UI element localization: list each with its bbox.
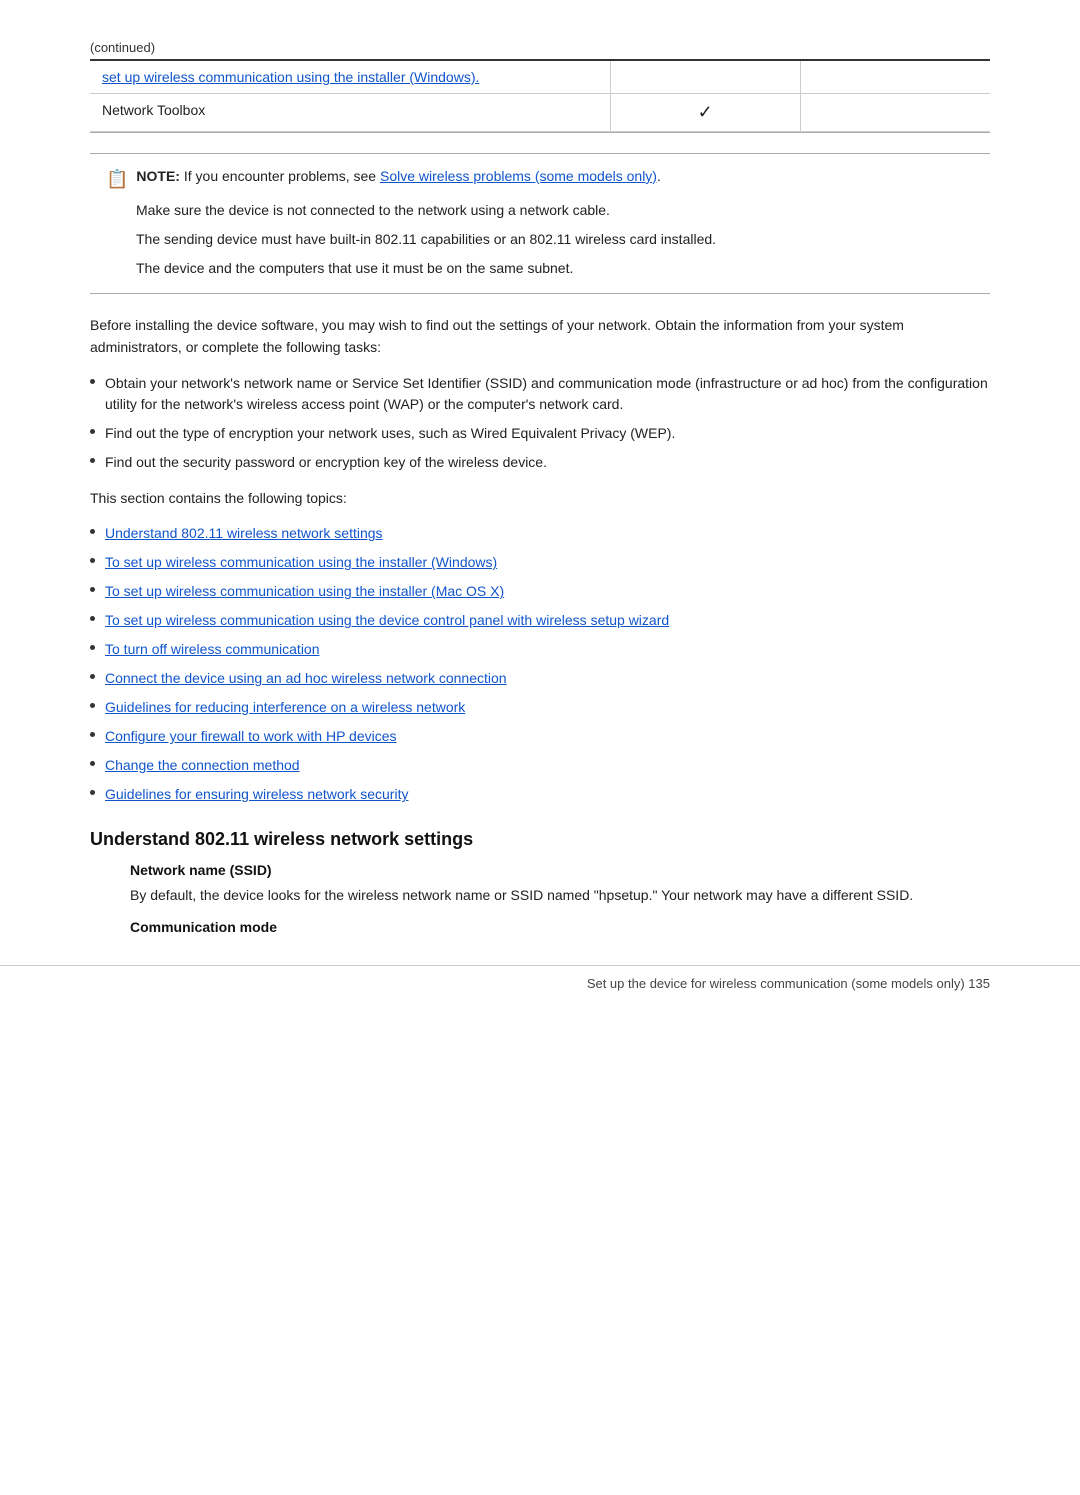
list-item: To set up wireless communication using t… [90,581,990,602]
list-item-text: Find out the security password or encryp… [105,452,547,473]
note-box: 📋 NOTE: If you encounter problems, see S… [90,153,990,294]
note-header: 📋 NOTE: If you encounter problems, see S… [106,168,974,190]
table-cell-empty-2 [801,61,990,93]
topic-link-7[interactable]: Guidelines for reducing interference on … [105,697,465,718]
table-row: set up wireless communication using the … [90,61,990,94]
note-keyword: NOTE: [136,168,180,184]
list-item: Guidelines for ensuring wireless network… [90,784,990,805]
bullet-dot [90,616,95,621]
note-intro: If you encounter problems, see [184,168,380,184]
bullet-dot [90,458,95,463]
table-wrapper: set up wireless communication using the … [90,59,990,133]
topics-link-list: Understand 802.11 wireless network setti… [90,523,990,805]
table-cell-toolbox-label: Network Toolbox [90,94,611,131]
note-body: Make sure the device is not connected to… [106,200,974,279]
list-item-text: Obtain your network's network name or Se… [105,373,990,415]
bullet-dot [90,587,95,592]
network-name-paragraph: By default, the device looks for the wir… [90,884,990,906]
note-para-2: The sending device must have built-in 80… [106,229,974,250]
list-item: Understand 802.11 wireless network setti… [90,523,990,544]
table-cell-empty-1 [611,61,801,93]
topic-link-3[interactable]: To set up wireless communication using t… [105,581,504,602]
bullet-dot [90,529,95,534]
topic-link-9[interactable]: Change the connection method [105,755,300,776]
installer-windows-link[interactable]: set up wireless communication using the … [102,69,479,85]
list-item: Find out the security password or encryp… [90,452,990,473]
note-text: NOTE: If you encounter problems, see Sol… [136,168,660,184]
solve-wireless-link[interactable]: Solve wireless problems (some models onl… [380,168,657,184]
page-container: (continued) set up wireless communicatio… [0,0,1080,1021]
footer-left [90,976,587,991]
page-footer: Set up the device for wireless communica… [0,965,1080,991]
list-item: To set up wireless communication using t… [90,552,990,573]
topic-link-10[interactable]: Guidelines for ensuring wireless network… [105,784,408,805]
bullet-dot [90,674,95,679]
list-item: Connect the device using an ad hoc wirel… [90,668,990,689]
table-cell-link: set up wireless communication using the … [90,61,611,93]
bullet-dot [90,645,95,650]
topics-intro: This section contains the following topi… [90,487,990,509]
bullet-dot [90,558,95,563]
intro-paragraph: Before installing the device software, y… [90,314,990,359]
topic-link-5[interactable]: To turn off wireless communication [105,639,320,660]
list-item: To set up wireless communication using t… [90,610,990,631]
topic-link-1[interactable]: Understand 802.11 wireless network setti… [105,523,383,544]
bullet-dot [90,379,95,384]
list-item-text: Find out the type of encryption your net… [105,423,675,444]
bullet-list: Obtain your network's network name or Se… [90,373,990,473]
section-heading: Understand 802.11 wireless network setti… [90,829,990,850]
bullet-dot [90,703,95,708]
topic-link-4[interactable]: To set up wireless communication using t… [105,610,669,631]
network-name-heading: Network name (SSID) [130,862,990,878]
topic-link-2[interactable]: To set up wireless communication using t… [105,552,497,573]
checkmark-icon: ✓ [698,102,713,122]
continued-label: (continued) [90,40,990,55]
table-cell-toolbox-check: ✓ [611,94,801,131]
list-item: Find out the type of encryption your net… [90,423,990,444]
note-para-1: Make sure the device is not connected to… [106,200,974,221]
table-row-toolbox: Network Toolbox ✓ [90,94,990,132]
bullet-dot [90,429,95,434]
note-icon: 📋 [106,169,128,190]
topic-link-8[interactable]: Configure your firewall to work with HP … [105,726,397,747]
list-item: Change the connection method [90,755,990,776]
footer-right: Set up the device for wireless communica… [587,976,990,991]
note-para-3: The device and the computers that use it… [106,258,974,279]
topic-link-6[interactable]: Connect the device using an ad hoc wirel… [105,668,507,689]
bullet-dot [90,732,95,737]
note-link-suffix: . [657,168,661,184]
list-item: To turn off wireless communication [90,639,990,660]
list-item: Configure your firewall to work with HP … [90,726,990,747]
list-item: Obtain your network's network name or Se… [90,373,990,415]
bullet-dot [90,761,95,766]
comm-mode-heading: Communication mode [130,919,990,935]
bullet-dot [90,790,95,795]
table-cell-toolbox-empty [801,94,990,131]
list-item: Guidelines for reducing interference on … [90,697,990,718]
